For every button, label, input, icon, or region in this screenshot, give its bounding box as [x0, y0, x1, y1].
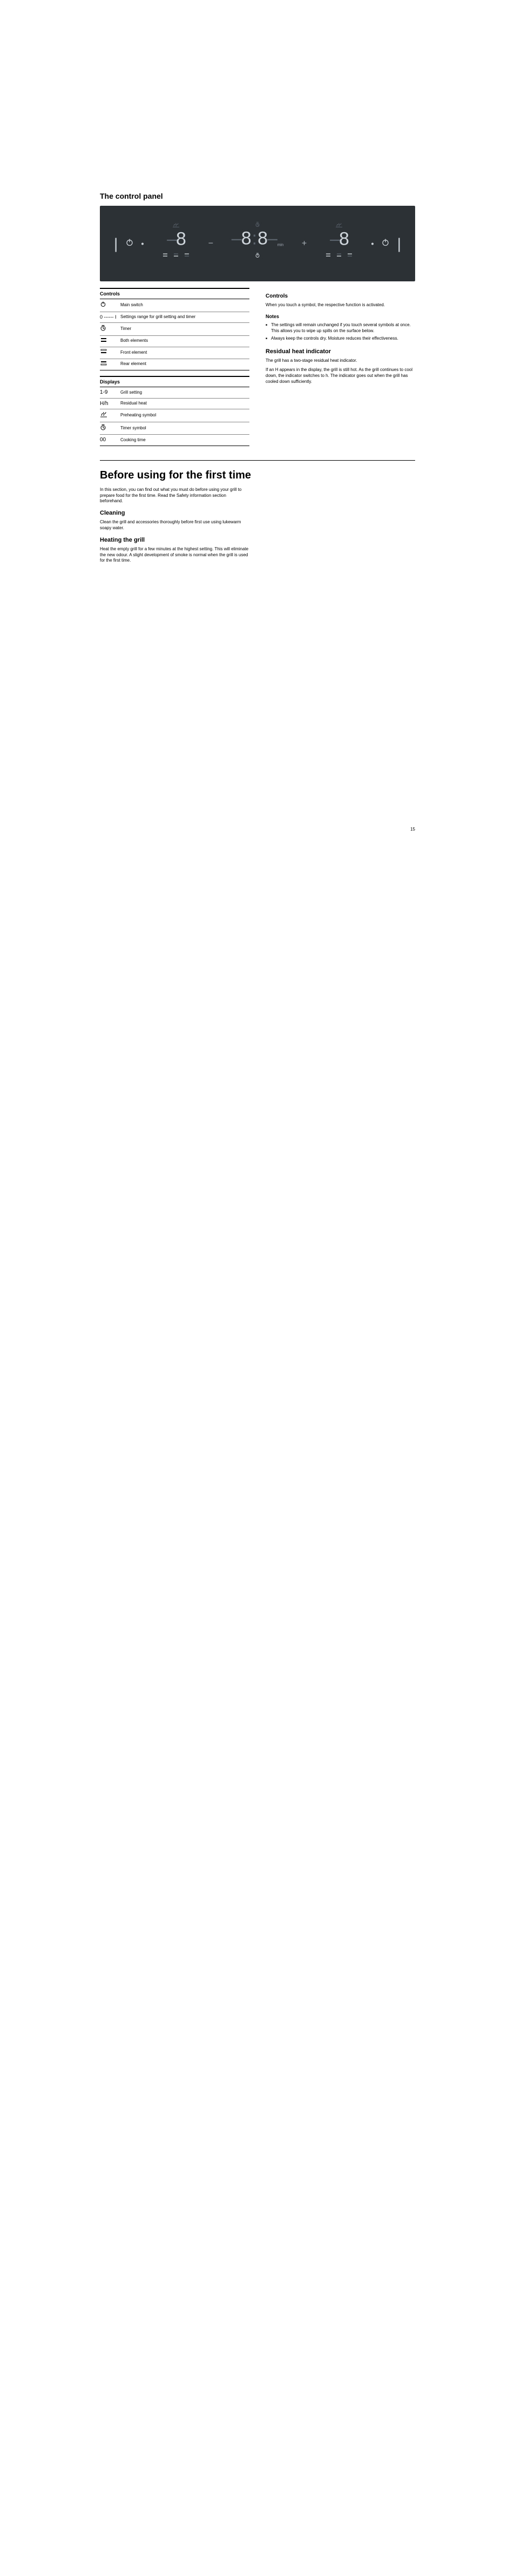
timer-small-icon: [255, 222, 260, 227]
rear-bar-icon: [100, 361, 107, 366]
row-label: Main switch: [120, 299, 249, 312]
dot-icon-2: [371, 242, 374, 245]
vertical-bar-icon: |: [114, 236, 118, 251]
minus-icon: −: [208, 239, 213, 248]
front-bar-icon: [100, 349, 107, 354]
panel-segment-1: ‒8: [162, 229, 190, 259]
right-column: Controls When you touch a symbol, the re…: [266, 288, 415, 451]
row-sym-both: [100, 335, 120, 347]
panel-segment-timer: ‒8:8‒ min: [232, 228, 283, 259]
row-sym-timer-symbol: [100, 422, 120, 435]
preheat-icon: [100, 411, 107, 417]
row-sym-grill-setting: 1-9: [100, 387, 120, 399]
controls-table-header: Controls: [100, 288, 249, 299]
grill-setting-symbol: 1-9: [100, 389, 107, 395]
power-icon-2: [381, 238, 390, 249]
plus-icon: +: [302, 239, 307, 248]
heating-heading: Heating the grill: [100, 537, 249, 543]
min-label: min: [277, 244, 283, 247]
dot-icon: [141, 242, 144, 245]
controls-table: Controls Main switch 0 ------ I Settings…: [100, 288, 249, 370]
power-icon: [125, 238, 134, 249]
before-using-heading: Before using for the first time: [100, 469, 415, 482]
panel-right-cluster: |: [371, 236, 401, 251]
timer-subicon: [255, 253, 260, 259]
row-sym-power: [100, 299, 120, 312]
residual-heat-p1: The grill has a two-stage residual heat …: [266, 358, 415, 364]
row-sym-cooking-time: 00: [100, 435, 120, 446]
section2-intro: In this section, you can find out what y…: [100, 487, 249, 504]
notes-heading: Notes: [266, 314, 415, 319]
panel-segment-2: ‒8: [325, 229, 353, 259]
timer-icon: [100, 325, 106, 331]
section2-right-column: [266, 487, 415, 567]
section-divider: [100, 460, 415, 461]
section2-left-column: In this section, you can find out what y…: [100, 487, 249, 567]
row-label: Residual heat: [120, 398, 249, 409]
vertical-bar-icon-2: |: [397, 236, 401, 251]
residual-heat-symbol: H/h: [100, 401, 109, 407]
preheat-grill-icon-2: [336, 222, 342, 228]
both-bars-icon: [100, 338, 107, 343]
row-sym-residual: H/h: [100, 398, 120, 409]
control-panel-graphic: | ‒8: [100, 206, 415, 281]
both-bars-icon-small: [162, 253, 168, 259]
controls-subheading: Controls: [266, 293, 415, 299]
control-panel-illustration: | ‒8: [100, 206, 415, 281]
residual-heat-heading: Residual heat indicator: [266, 348, 415, 355]
row-label: Preheating symbol: [120, 409, 249, 422]
row-sym-rear: [100, 359, 120, 370]
preheat-grill-icon: [173, 222, 179, 228]
rear-bar-icon-small: [184, 253, 190, 259]
row-label: Grill setting: [120, 387, 249, 399]
row-sym-front: [100, 347, 120, 359]
residual-heat-p2: If an H appears in the display, the gril…: [266, 367, 415, 385]
cleaning-text: Clean the grill and accessories thorough…: [100, 520, 249, 531]
notes-list: The settings will remain unchanged if yo…: [266, 322, 415, 342]
displays-table-header: Displays: [100, 376, 249, 387]
note-item: The settings will remain unchanged if yo…: [266, 322, 415, 334]
row-sym-range: 0 ------ I: [100, 312, 120, 323]
row-label: Both elements: [120, 335, 249, 347]
note-item: Always keep the controls dry. Moisture r…: [266, 336, 415, 342]
controls-description: When you touch a symbol, the respective …: [266, 302, 415, 308]
cleaning-heading: Cleaning: [100, 510, 249, 516]
row-label: Cooking time: [120, 435, 249, 446]
cooking-time-symbol: 00: [100, 437, 106, 443]
row-sym-timer: [100, 323, 120, 336]
row-label: Front element: [120, 347, 249, 359]
row-sym-preheat: [100, 409, 120, 422]
control-panel-heading: The control panel: [100, 192, 415, 200]
row-label: Timer: [120, 323, 249, 336]
displays-table: Displays 1-9 Grill setting H/h Residual …: [100, 376, 249, 446]
row-label: Timer symbol: [120, 422, 249, 435]
timer-symbol-icon: [100, 424, 106, 430]
row-label: Rear element: [120, 359, 249, 370]
power-icon: [100, 301, 106, 307]
panel-left-cluster: |: [114, 236, 144, 251]
left-column: Controls Main switch 0 ------ I Settings…: [100, 288, 249, 451]
row-label: Settings range for grill setting and tim…: [120, 312, 249, 323]
front-bar-icon-small: [173, 253, 179, 259]
page-number: 15: [410, 827, 415, 832]
heating-text: Heat the empty grill for a few minutes a…: [100, 547, 249, 564]
settings-range-icon: 0 ------ I: [100, 314, 117, 320]
